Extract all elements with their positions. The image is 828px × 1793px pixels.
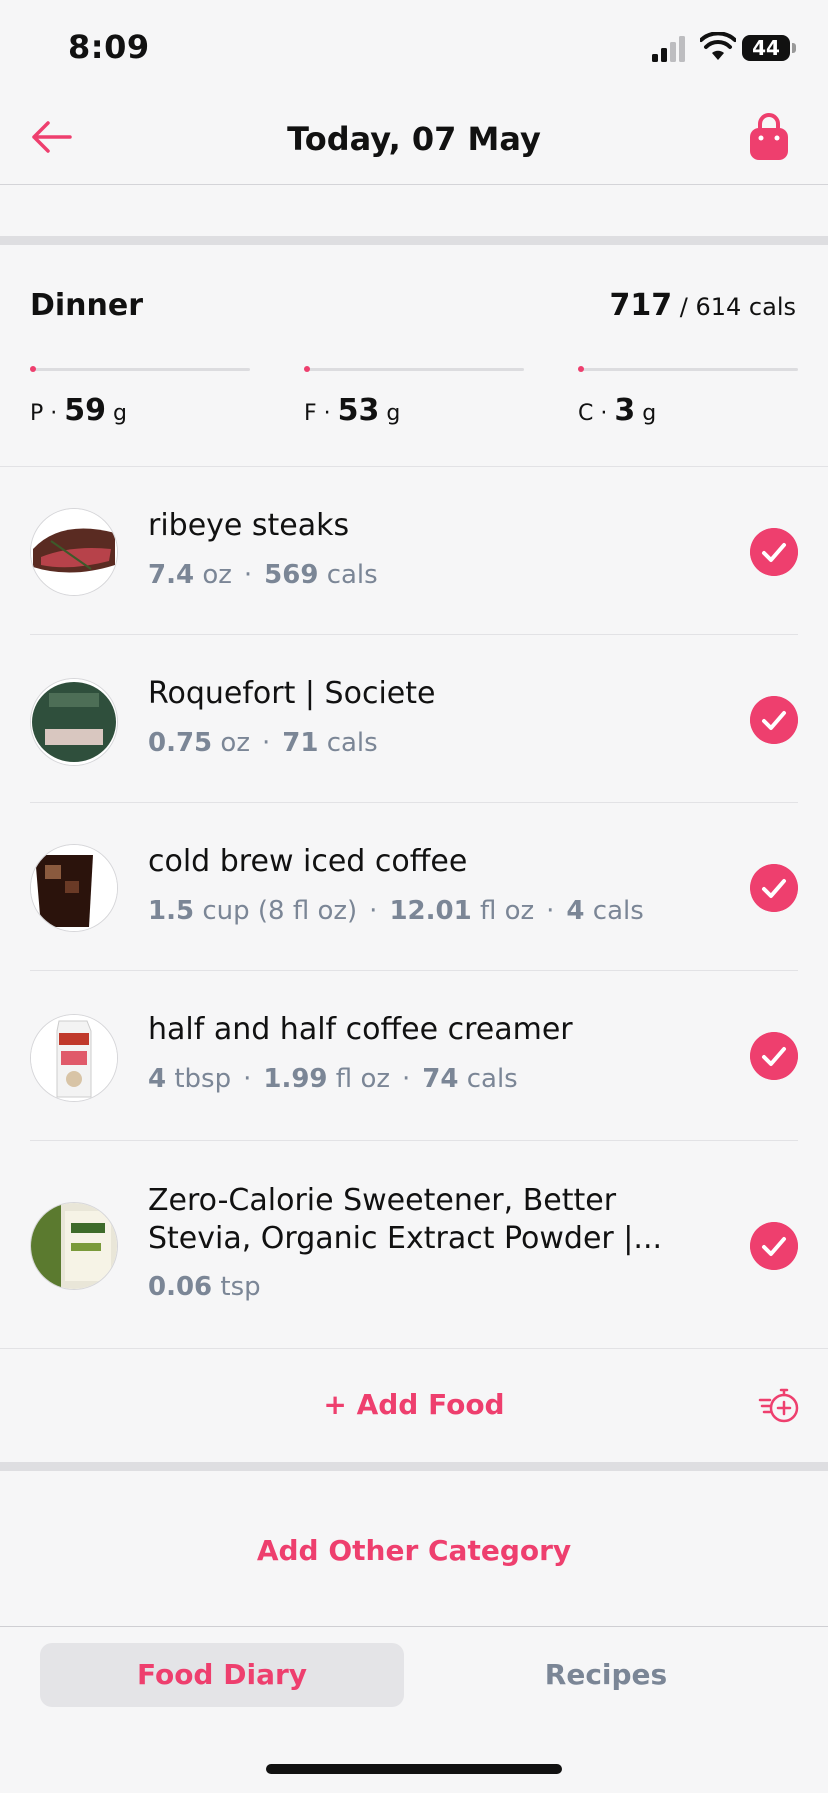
calories-consumed: 717	[609, 288, 673, 323]
macro-unit: g	[113, 401, 127, 426]
food-volume: 1.99	[263, 1064, 328, 1094]
food-volume-unit: fl oz	[335, 1064, 390, 1094]
food-meta: 0.06 tsp	[148, 1272, 261, 1302]
macro-letter: C	[578, 401, 594, 426]
food-thumbnail-steak	[30, 508, 118, 596]
page-title: Today, 07 May	[287, 120, 541, 158]
food-calories-unit: cals	[326, 560, 378, 590]
food-amount: 4	[148, 1064, 167, 1094]
add-food-button[interactable]: + Add Food	[0, 1388, 828, 1421]
food-calories: 4	[566, 896, 585, 926]
food-volume: 12.01	[389, 896, 472, 926]
macro-progress-track	[304, 366, 524, 372]
divider	[0, 1348, 828, 1349]
food-item[interactable]: ribeye steaks 7.4 oz · 569 cals	[0, 468, 828, 636]
food-unit: tbsp	[174, 1064, 232, 1094]
food-amount: 0.06	[148, 1272, 213, 1302]
meal-title: Dinner	[30, 288, 144, 323]
calories-target: / 614 cals	[679, 293, 796, 321]
food-volume-unit: fl oz	[479, 896, 535, 926]
food-thumbnail-coffee	[30, 844, 118, 932]
food-meta: 1.5 cup (8 fl oz) · 12.01 fl oz · 4 cals	[148, 896, 644, 926]
food-item[interactable]: Zero-Calorie Sweetener, Better Stevia, O…	[0, 1142, 828, 1348]
checkmark-icon[interactable]	[750, 528, 798, 576]
wifi-icon	[700, 32, 736, 60]
quick-add-timer-icon[interactable]	[758, 1384, 800, 1426]
divider	[0, 466, 828, 467]
cellular-signal-icon	[652, 36, 685, 62]
food-meta: 4 tbsp · 1.99 fl oz · 74 cals	[148, 1064, 518, 1094]
macro-letter: F	[304, 401, 317, 426]
food-name: half and half coffee creamer	[148, 1012, 573, 1047]
nav-bar: Today, 07 May	[0, 90, 828, 185]
meal-calories: 717 / 614 cals	[610, 288, 797, 323]
checkmark-icon[interactable]	[750, 696, 798, 744]
macro-unit: g	[642, 401, 657, 426]
checkmark-icon[interactable]	[750, 1032, 798, 1080]
food-item[interactable]: Roquefort | Societe 0.75 oz · 71 cals	[0, 636, 828, 804]
checkmark-icon[interactable]	[750, 1222, 798, 1270]
macro-progress-dot	[30, 366, 36, 372]
battery-indicator: 44	[742, 35, 790, 61]
status-bar: 8:09 44	[0, 0, 828, 90]
macro-fat: F · 53 g	[304, 366, 524, 428]
food-name: ribeye steaks	[148, 508, 350, 543]
add-other-category-button[interactable]: Add Other Category	[0, 1534, 828, 1567]
food-unit: cup (8 fl oz)	[202, 896, 358, 926]
divider	[30, 802, 798, 803]
food-name: cold brew iced coffee	[148, 844, 468, 879]
food-unit: oz	[202, 560, 232, 590]
food-amount: 0.75	[148, 728, 213, 758]
food-calories-unit: cals	[592, 896, 644, 926]
food-item[interactable]: half and half coffee creamer 4 tbsp · 1.99…	[0, 972, 828, 1140]
food-name: Roquefort | Societe	[148, 676, 436, 711]
food-meta: 0.75 oz · 71 cals	[148, 728, 378, 758]
divider	[30, 970, 798, 971]
food-thumbnail-stevia	[30, 1202, 118, 1290]
shopping-bag-icon[interactable]	[746, 112, 792, 162]
macro-value: 3	[614, 393, 636, 428]
macro-progress-track	[578, 366, 798, 372]
food-thumbnail-roquefort	[30, 678, 118, 766]
battery-cap	[792, 43, 796, 53]
food-item[interactable]: cold brew iced coffee 1.5 cup (8 fl oz) ·…	[0, 804, 828, 972]
macro-value: 53	[337, 393, 380, 428]
food-calories: 74	[422, 1064, 459, 1094]
section-separator	[0, 236, 828, 245]
divider	[30, 1140, 798, 1141]
section-separator	[0, 1462, 828, 1471]
tab-recipes[interactable]: Recipes	[424, 1643, 788, 1707]
food-calories: 71	[282, 728, 319, 758]
food-meta: 7.4 oz · 569 cals	[148, 560, 378, 590]
macro-progress-dot	[304, 366, 310, 372]
food-unit: tsp	[220, 1272, 261, 1302]
food-calories-unit: cals	[326, 728, 378, 758]
macro-progress-dot	[578, 366, 584, 372]
checkmark-icon[interactable]	[750, 864, 798, 912]
macro-protein: P · 59 g	[30, 366, 250, 428]
macro-unit: g	[386, 401, 401, 426]
status-time: 8:09	[68, 28, 150, 66]
macro-letter: P	[30, 401, 44, 426]
food-unit: oz	[220, 728, 250, 758]
tab-food-diary[interactable]: Food Diary	[40, 1643, 404, 1707]
food-name: Zero-Calorie Sweetener, Better Stevia, O…	[148, 1183, 663, 1256]
macro-value: 59	[64, 393, 107, 428]
macro-carbs: C · 3 g	[578, 366, 798, 428]
food-thumbnail-creamer	[30, 1014, 118, 1102]
food-calories-unit: cals	[466, 1064, 518, 1094]
home-indicator[interactable]	[266, 1764, 562, 1774]
food-amount: 7.4	[148, 560, 195, 590]
macro-progress-track	[30, 366, 250, 372]
food-calories: 569	[264, 560, 319, 590]
divider	[30, 634, 798, 635]
food-amount: 1.5	[148, 896, 195, 926]
